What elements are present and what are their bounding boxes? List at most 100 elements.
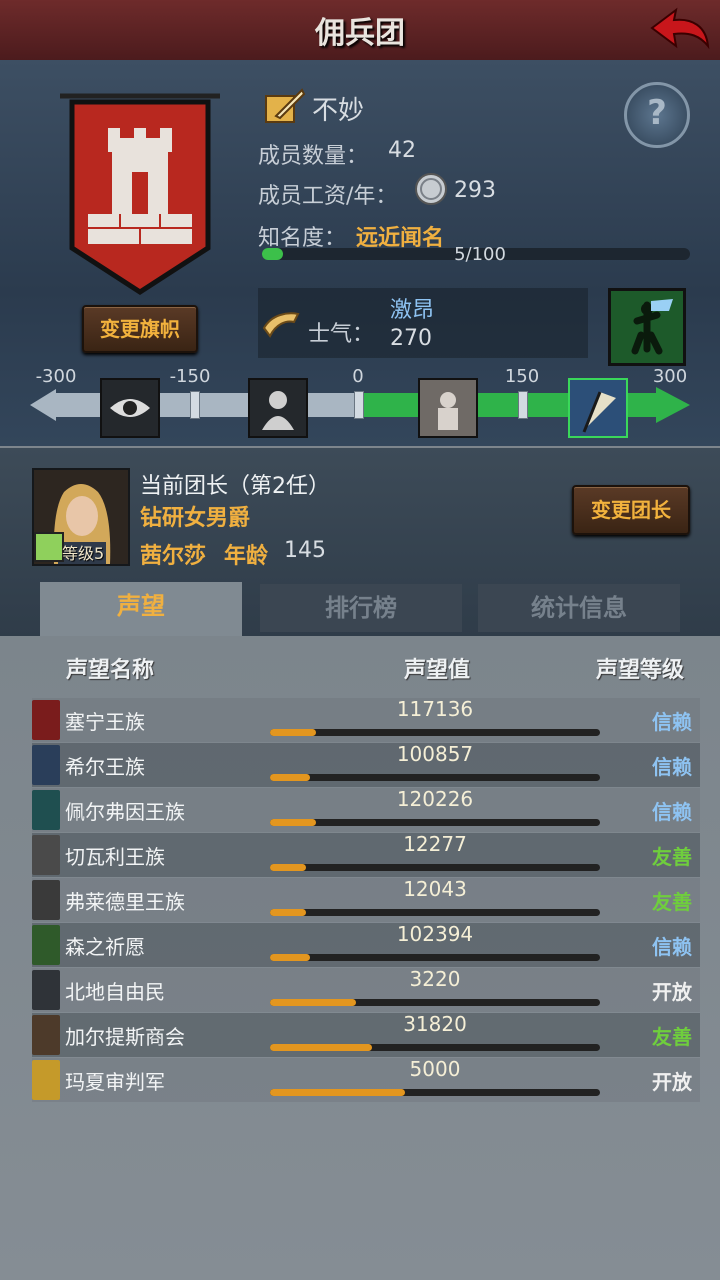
faction-emblem-icon	[32, 1060, 60, 1100]
fame-progress-text: 5/100	[454, 244, 506, 265]
page-title: 佣兵团	[315, 16, 405, 51]
table-row[interactable]: 希尔王族 100857 信赖	[32, 742, 700, 787]
faction-progress-bar	[270, 1089, 600, 1096]
table-row[interactable]: 塞宁王族 117136 信赖	[32, 697, 700, 742]
faction-level: 开放	[652, 1070, 692, 1094]
faction-progress-fill	[270, 999, 356, 1006]
faction-progress-fill	[270, 1044, 373, 1051]
faction-level: 友善	[652, 890, 692, 914]
faction-emblem-icon	[32, 1015, 60, 1055]
scale-tick	[518, 391, 528, 419]
faction-progress-fill	[270, 729, 317, 736]
faction-level: 信赖	[652, 710, 692, 734]
faction-emblem-icon	[32, 880, 60, 920]
victory-icon	[568, 378, 628, 438]
table-row[interactable]: 加尔提斯商会 31820 友善	[32, 1012, 700, 1057]
faction-name: 希尔王族	[65, 755, 145, 779]
leader-age: 145	[284, 538, 326, 563]
faction-emblem-icon	[32, 925, 60, 965]
back-arrow-icon[interactable]	[648, 6, 712, 54]
wage-label: 成员工资/年：	[258, 184, 398, 209]
scale-label: -300	[35, 366, 77, 387]
faction-emblem-icon	[32, 745, 60, 785]
faction-name: 森之祈愿	[65, 935, 145, 959]
table-row[interactable]: 玛夏审判军 5000 开放	[32, 1057, 700, 1102]
tab-reputation[interactable]: 声望	[40, 582, 242, 638]
change-leader-button[interactable]: 变更团长	[572, 485, 690, 535]
leader-title: 当前团长（第2任）	[140, 474, 330, 499]
faction-progress-bar	[270, 1044, 600, 1051]
faction-progress-bar	[270, 999, 600, 1006]
morale-value: 270	[390, 326, 432, 351]
faction-value: 12043	[403, 877, 467, 901]
faction-progress-fill	[270, 819, 317, 826]
horn-icon	[262, 312, 300, 338]
faction-value: 117136	[396, 697, 474, 721]
scale-label: -150	[169, 366, 211, 387]
faction-progress-fill	[270, 774, 310, 781]
faction-progress-fill	[270, 954, 310, 961]
faction-level: 信赖	[652, 935, 692, 959]
faction-progress-bar	[270, 774, 600, 781]
table-row[interactable]: 森之祈愿 102394 信赖	[32, 922, 700, 967]
faction-name: 塞宁王族	[65, 710, 145, 734]
faction-name: 佩尔弗因王族	[65, 800, 185, 824]
tab-ranking[interactable]: 排行榜	[260, 584, 462, 632]
faction-progress-bar	[270, 954, 600, 961]
faction-value: 100857	[396, 742, 474, 766]
table-row[interactable]: 北地自由民 3220 开放	[32, 967, 700, 1012]
table-row[interactable]: 切瓦利王族 12277 友善	[32, 832, 700, 877]
column-header-level: 声望等级	[596, 658, 685, 683]
column-header-name: 声望名称	[66, 658, 155, 683]
table-row[interactable]: 弗莱德里王族 12043 友善	[32, 877, 700, 922]
scale-label: 300	[652, 366, 688, 387]
faction-progress-bar	[270, 864, 600, 871]
faction-name: 切瓦利王族	[65, 845, 165, 869]
faction-level: 友善	[652, 845, 692, 869]
faction-level: 开放	[652, 980, 692, 1004]
faction-value: 102394	[396, 922, 474, 946]
faction-value: 120226	[396, 787, 474, 811]
morale-state: 激昂	[390, 298, 435, 323]
faction-emblem-icon	[32, 835, 60, 875]
faction-progress-bar	[270, 819, 600, 826]
company-banner	[60, 93, 220, 295]
tab-statistics[interactable]: 统计信息	[478, 584, 680, 632]
faction-name: 加尔提斯商会	[65, 1025, 185, 1049]
scale-label: 150	[504, 366, 540, 387]
victory-banner-icon	[608, 288, 686, 366]
faction-value: 31820	[403, 1012, 467, 1036]
quill-icon	[265, 88, 306, 123]
faction-level: 信赖	[652, 800, 692, 824]
leader-level: 等级5	[62, 544, 105, 563]
scale-tick	[354, 391, 364, 419]
faction-value: 3220	[409, 967, 461, 991]
leader-age-label: 年龄	[224, 544, 269, 569]
table-row[interactable]: 佩尔弗因王族 120226 信赖	[32, 787, 700, 832]
faction-level: 友善	[652, 1025, 692, 1049]
faction-value: 5000	[409, 1057, 461, 1081]
scale-tick	[190, 391, 200, 419]
faction-name: 弗莱德里王族	[65, 890, 185, 914]
faction-emblem-icon	[32, 790, 60, 830]
faction-name: 玛夏审判军	[65, 1070, 165, 1094]
faction-progress-fill	[270, 909, 307, 916]
question-icon[interactable]: ?	[624, 82, 690, 148]
change-flag-button[interactable]: 变更旗帜	[82, 305, 198, 353]
class-icon	[34, 532, 64, 562]
faction-progress-fill	[270, 864, 307, 871]
morale-label: 士气：	[308, 322, 375, 347]
faction-level: 信赖	[652, 755, 692, 779]
faction-progress-fill	[270, 1089, 406, 1096]
leader-name: 茜尔莎	[140, 544, 207, 569]
members-value: 42	[388, 138, 416, 163]
members-label: 成员数量：	[258, 144, 369, 169]
wage-value: 293	[454, 178, 496, 203]
leader-rank: 钻研女男爵	[140, 506, 251, 531]
silver-coin-icon	[415, 173, 447, 205]
fame-progress-fill	[262, 248, 284, 260]
despair-icon	[248, 378, 308, 438]
eye-icon	[100, 378, 160, 438]
scale-label: 0	[352, 366, 364, 387]
steady-icon	[418, 378, 478, 438]
